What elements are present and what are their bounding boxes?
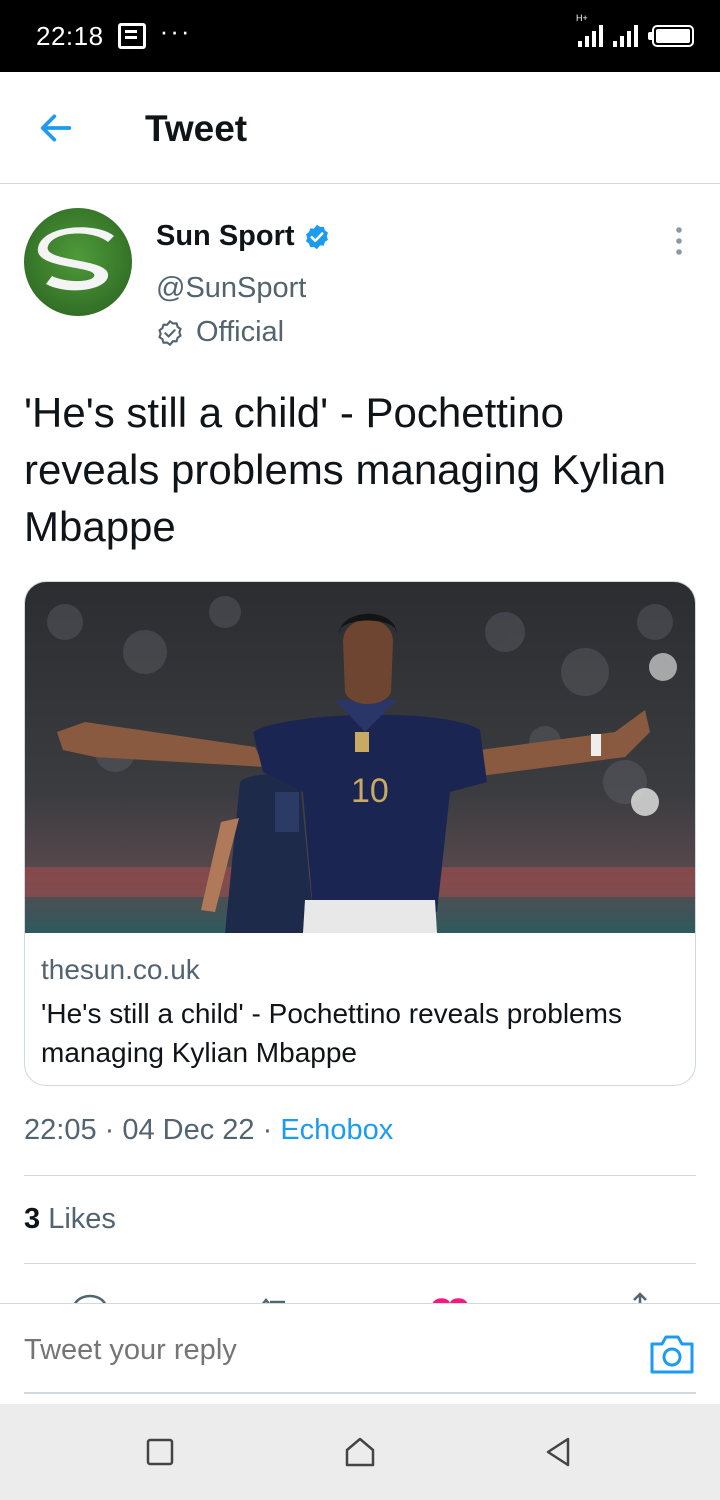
- action-row: [0, 1290, 720, 1304]
- recents-icon[interactable]: [142, 1434, 178, 1470]
- reply-input[interactable]: [24, 1334, 604, 1367]
- more-notifications-icon: ···: [159, 15, 192, 46]
- reply-underline: [24, 1392, 696, 1394]
- more-options-icon[interactable]: [668, 226, 690, 256]
- tweet-time: 22:05: [24, 1114, 97, 1146]
- tweet-date: 04 Dec 22: [122, 1114, 255, 1146]
- verified-badge-icon: [305, 224, 328, 249]
- likes-count[interactable]: 3 Likes: [24, 1203, 116, 1236]
- app-bar: Tweet: [0, 72, 720, 184]
- avatar[interactable]: [24, 208, 132, 316]
- likes-number: 3: [24, 1203, 41, 1235]
- card-image: 10: [25, 582, 695, 933]
- signal-icon: H+: [576, 13, 603, 47]
- divider: [24, 1175, 696, 1176]
- author-handle[interactable]: @SunSport: [156, 272, 306, 305]
- battery-icon: [648, 25, 694, 47]
- link-card[interactable]: 10 thesun.co.uk 'He's still a child' - P…: [24, 581, 696, 1086]
- official-label: Official: [156, 316, 284, 349]
- author-name[interactable]: Sun Sport: [156, 220, 295, 253]
- back-icon[interactable]: [540, 1434, 576, 1470]
- tweet-text: 'He's still a child' - Pochettino reveal…: [24, 389, 666, 550]
- meta-separator: ·: [96, 1114, 123, 1146]
- network-type: H+: [576, 13, 588, 23]
- status-bar: 22:18 ··· H+: [0, 0, 720, 72]
- official-badge-icon: [158, 319, 182, 346]
- divider: [24, 1263, 696, 1264]
- news-notification-icon: [117, 23, 146, 49]
- page-title: Tweet: [145, 108, 248, 149]
- camera-icon[interactable]: [648, 1332, 696, 1376]
- action-icons: [73, 1292, 647, 1304]
- back-arrow-icon[interactable]: [36, 108, 76, 148]
- official-text: Official: [196, 316, 285, 348]
- system-nav-bar: [0, 1404, 720, 1500]
- likes-label: Likes: [40, 1203, 116, 1235]
- author-row: Sun Sport: [156, 220, 331, 253]
- meta-separator: ·: [254, 1114, 281, 1146]
- tweet-source[interactable]: Echobox: [280, 1114, 393, 1146]
- signal-icon-2: [613, 25, 638, 47]
- svg-text:10: 10: [351, 772, 389, 810]
- reply-bar: [0, 1303, 720, 1403]
- card-domain: thesun.co.uk: [41, 954, 200, 985]
- tweet-meta: 22:05 · 04 Dec 22 · Echobox: [24, 1114, 393, 1147]
- card-title: 'He's still a child' - Pochettino reveal…: [41, 998, 622, 1068]
- status-time: 22:18: [36, 20, 104, 51]
- home-icon[interactable]: [342, 1434, 378, 1470]
